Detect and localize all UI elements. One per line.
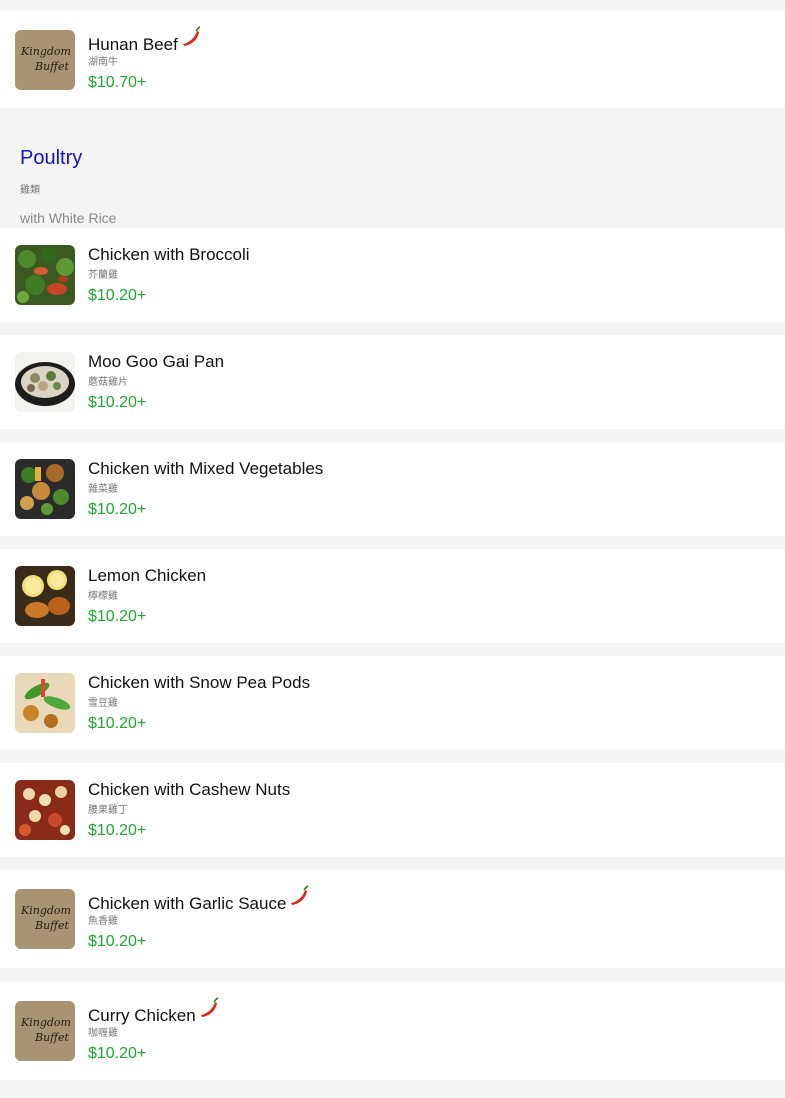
item-chinese-name: 腰果雞丁 <box>88 805 128 816</box>
menu-item[interactable]: Moo Goo Gai Pan 蘑菇雞片 $10.20+ <box>0 335 785 429</box>
section-header: Poultry 雞類 with White Rice <box>0 121 785 227</box>
menu-item[interactable]: Chicken with Broccoli 芥蘭雞 $10.20+ <box>0 228 785 322</box>
item-price: $10.20+ <box>88 501 147 518</box>
section-chinese-title: 雞類 <box>20 185 40 196</box>
chili-pepper-icon <box>287 885 309 911</box>
menu-item[interactable]: Chicken with Snow Pea Pods 雪豆雞 $10.20+ <box>0 656 785 750</box>
menu-item[interactable]: Kingdom Buffet Hunan Beef 湖南牛 $10.70+ <box>0 10 785 108</box>
item-chinese-name: 芥蘭雞 <box>88 270 118 281</box>
item-name[interactable]: Hunan Beef <box>88 26 201 55</box>
item-chinese-name: 雜菜雞 <box>88 484 118 495</box>
item-name[interactable]: Lemon Chicken <box>88 566 206 586</box>
menu-item[interactable]: Lemon Chicken 檸檬雞 $10.20+ <box>0 549 785 643</box>
logo-thumbnail: Kingdom Buffet <box>15 30 75 90</box>
logo-text-2: Buffet <box>34 1031 69 1044</box>
dish-photo <box>15 780 75 840</box>
item-price: $10.20+ <box>88 608 147 625</box>
item-price: $10.20+ <box>88 715 147 732</box>
dish-photo <box>15 352 75 412</box>
dish-photo <box>15 673 75 733</box>
section-note: with White Rice <box>20 210 117 226</box>
item-name[interactable]: Moo Goo Gai Pan <box>88 352 224 372</box>
menu-item[interactable]: Chicken with Cashew Nuts 腰果雞丁 $10.20+ <box>0 763 785 857</box>
item-chinese-name: 湖南牛 <box>88 57 118 68</box>
menu-item[interactable]: Chicken with Mixed Vegetables 雜菜雞 $10.20… <box>0 442 785 536</box>
logo-text-1: Kingdom <box>20 904 71 917</box>
chili-pepper-icon <box>197 997 219 1023</box>
item-price: $10.70+ <box>88 74 147 91</box>
item-chinese-name: 雪豆雞 <box>88 698 118 709</box>
item-price: $10.20+ <box>88 822 147 839</box>
item-chinese-name: 檸檬雞 <box>88 591 118 602</box>
dish-photo <box>15 459 75 519</box>
item-name[interactable]: Chicken with Cashew Nuts <box>88 780 290 800</box>
item-chinese-name: 咖喱雞 <box>88 1028 118 1039</box>
item-name[interactable]: Curry Chicken <box>88 997 219 1026</box>
section-title: Poultry <box>20 147 83 169</box>
item-chinese-name: 蘑菇雞片 <box>88 377 128 388</box>
item-name[interactable]: Chicken with Snow Pea Pods <box>88 673 310 693</box>
item-chinese-name: 魚香雞 <box>88 916 118 927</box>
item-name-text: Chicken with Garlic Sauce <box>88 894 287 913</box>
menu-item[interactable]: Kingdom Buffet Chicken with Garlic Sauce… <box>0 870 785 968</box>
item-price: $10.20+ <box>88 1045 147 1062</box>
item-name[interactable]: Chicken with Garlic Sauce <box>88 885 309 914</box>
logo-text-1: Kingdom <box>20 1016 71 1029</box>
dish-photo <box>15 566 75 626</box>
item-name[interactable]: Chicken with Broccoli <box>88 245 250 265</box>
item-price: $10.20+ <box>88 933 147 950</box>
item-name[interactable]: Chicken with Mixed Vegetables <box>88 459 323 479</box>
item-price: $10.20+ <box>88 394 147 411</box>
item-price: $10.20+ <box>88 287 147 304</box>
logo-text-1: Kingdom <box>20 45 71 58</box>
logo-text-2: Buffet <box>34 919 69 932</box>
chili-pepper-icon <box>179 26 201 52</box>
logo-text-2: Buffet <box>34 60 69 73</box>
logo-thumbnail: Kingdom Buffet <box>15 1001 75 1061</box>
logo-thumbnail: Kingdom Buffet <box>15 889 75 949</box>
item-name-text: Hunan Beef <box>88 35 178 54</box>
item-name-text: Curry Chicken <box>88 1006 196 1025</box>
menu-item[interactable]: Kingdom Buffet Curry Chicken 咖喱雞 $10.20+ <box>0 982 785 1080</box>
dish-photo <box>15 245 75 305</box>
